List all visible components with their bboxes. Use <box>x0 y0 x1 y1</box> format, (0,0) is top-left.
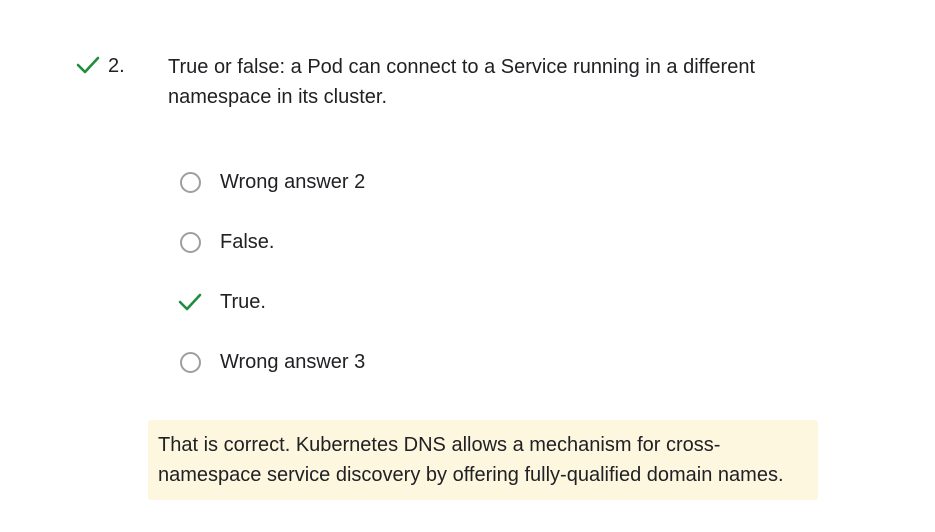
option-label: True. <box>220 291 266 313</box>
feedback-text: That is correct. Kubernetes DNS allows a… <box>158 434 784 486</box>
option-label: Wrong answer 3 <box>220 351 366 373</box>
option-label: False. <box>220 231 275 253</box>
radio-unselected-icon[interactable] <box>176 228 204 256</box>
radio-unselected-icon[interactable] <box>176 168 204 196</box>
feedback-box: That is correct. Kubernetes DNS allows a… <box>148 420 818 500</box>
option-wrong-answer-3[interactable]: Wrong answer 3 <box>176 332 776 392</box>
quiz-question-page: 2. True or false: a Pod can connect to a… <box>0 0 935 532</box>
check-icon[interactable] <box>176 288 204 316</box>
option-true[interactable]: True. <box>176 272 776 332</box>
option-false[interactable]: False. <box>176 212 776 272</box>
option-wrong-answer-2[interactable]: Wrong answer 2 <box>176 152 776 212</box>
check-icon <box>76 55 100 75</box>
question-number: 2. <box>108 55 125 77</box>
answer-options: Wrong answer 2 False. True. Wrong answer… <box>176 152 776 392</box>
question-text: True or false: a Pod can connect to a Se… <box>168 56 756 108</box>
option-label: Wrong answer 2 <box>220 171 366 193</box>
radio-unselected-icon[interactable] <box>176 348 204 376</box>
